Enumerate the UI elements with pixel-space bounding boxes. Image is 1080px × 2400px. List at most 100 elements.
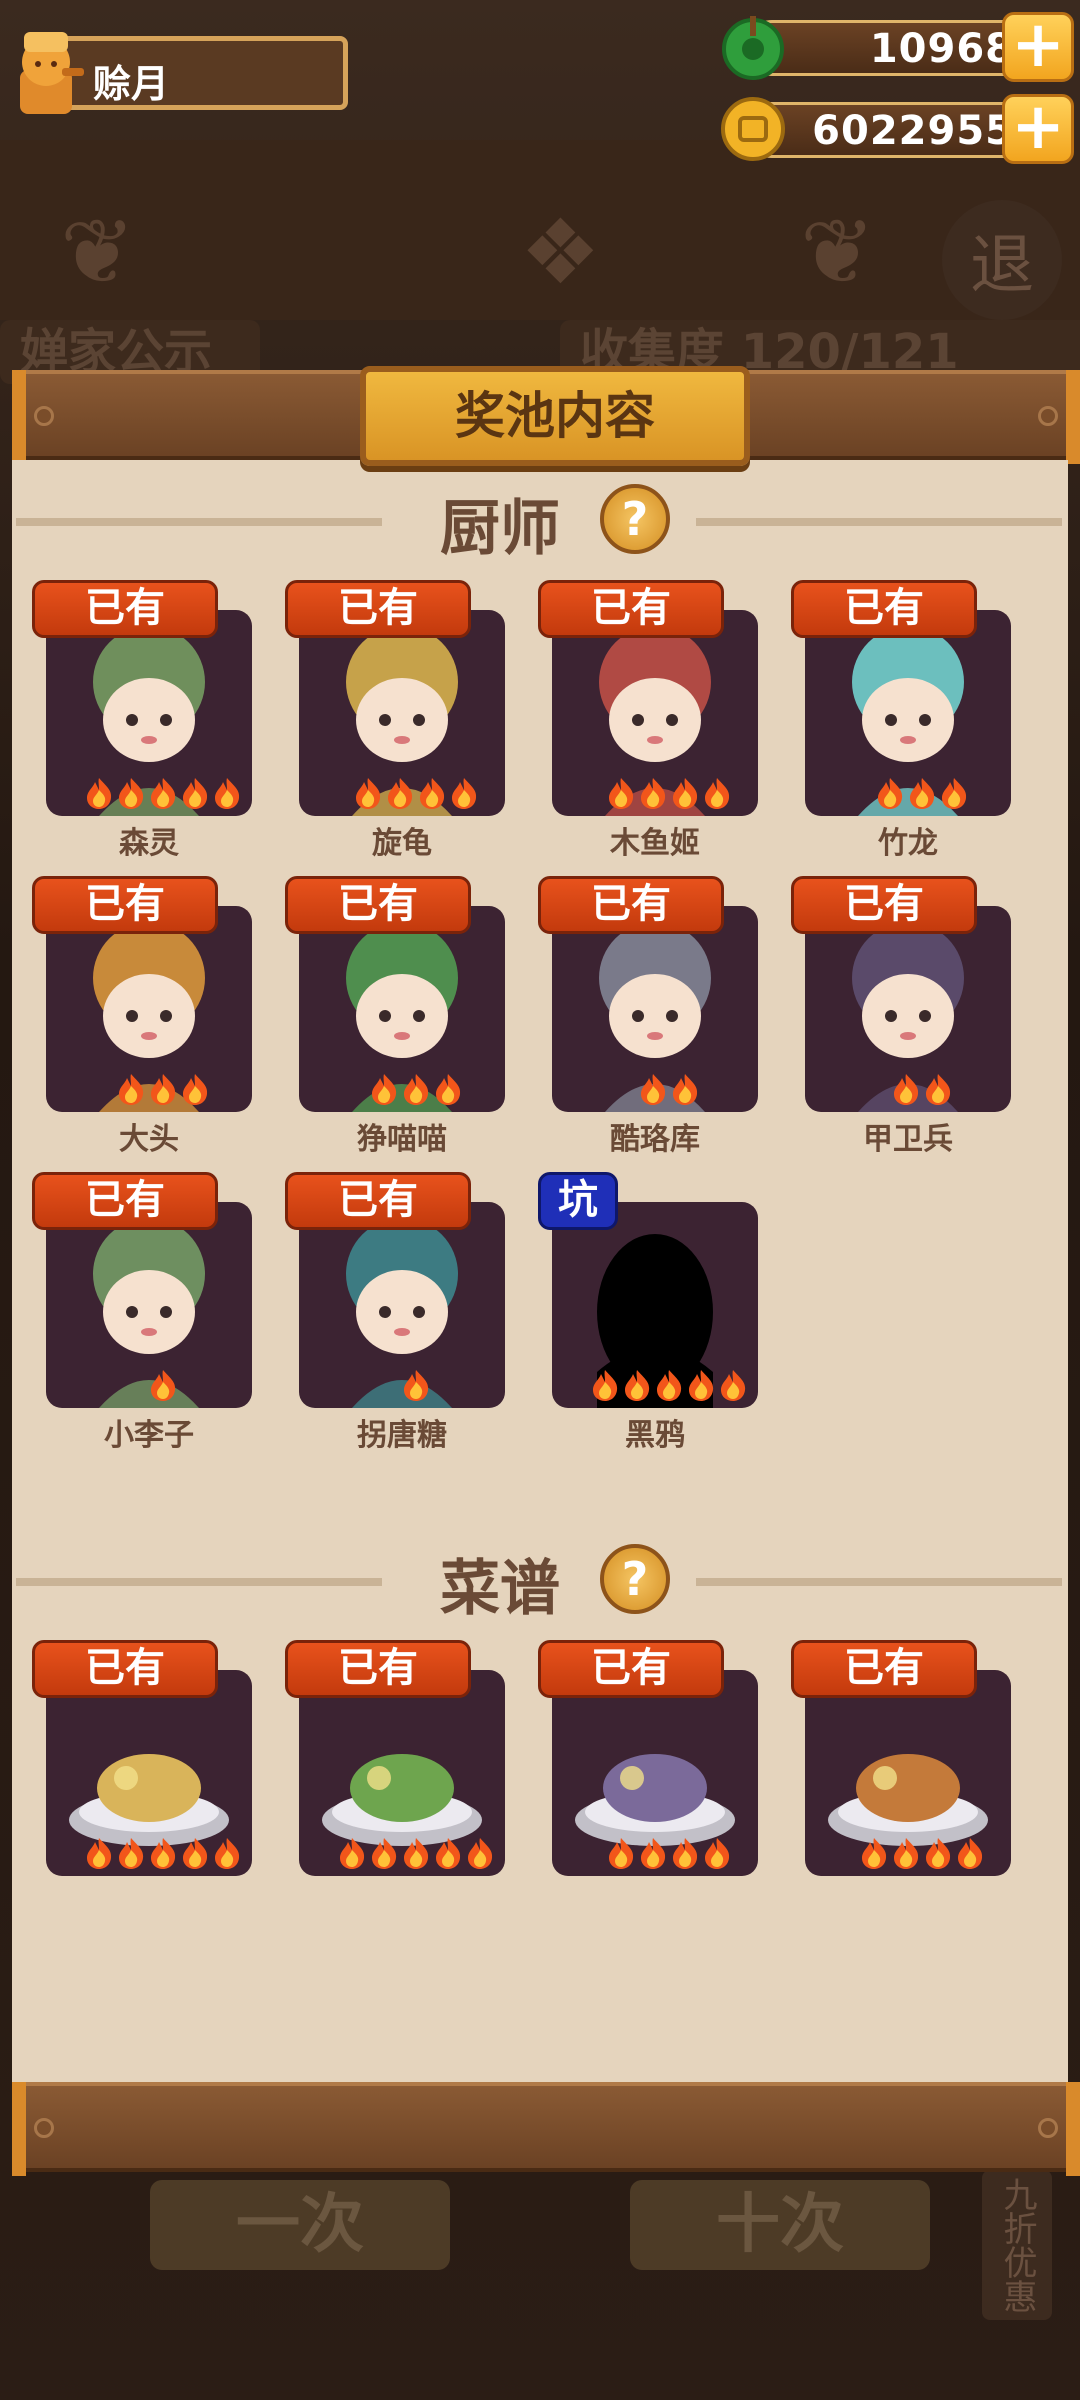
ornament-center-icon: ❖ [520, 200, 601, 305]
flame-icon [926, 1838, 951, 1869]
flame-icon [404, 1370, 429, 1401]
chef-card[interactable]: 已有森灵 [32, 580, 262, 861]
divider [696, 1578, 1062, 1586]
rarity-flames [313, 776, 505, 810]
card-name: 竹龙 [878, 826, 938, 861]
chef-card[interactable]: 已有狰喵喵 [285, 876, 515, 1157]
owned-badge: 已有 [538, 876, 724, 934]
card-name: 森灵 [119, 826, 179, 861]
card-frame [805, 906, 1011, 1112]
flame-icon [609, 1838, 634, 1869]
card-name: 拐唐糖 [357, 1418, 447, 1453]
rarity-flames [566, 1368, 758, 1402]
discount-tag: 九折优惠 [982, 2170, 1052, 2320]
card-name: 狰喵喵 [357, 1122, 447, 1157]
recipe-card[interactable]: 已有 [538, 1640, 768, 1910]
flame-icon [593, 1370, 618, 1401]
owned-badge: 已有 [285, 1172, 471, 1230]
flame-icon [878, 778, 903, 809]
recipe-card[interactable]: 已有 [791, 1640, 1021, 1910]
card-name: 旋龟 [372, 826, 432, 861]
card-frame [805, 610, 1011, 816]
rarity-flames [819, 1072, 1011, 1106]
gold-currency: 6022955 + [714, 94, 1074, 164]
chef-card[interactable]: 已有小李子 [32, 1172, 262, 1453]
recipe-card[interactable]: 已有 [32, 1640, 262, 1910]
flame-icon [673, 778, 698, 809]
card-name: 小李子 [104, 1418, 194, 1453]
flame-icon [468, 1838, 493, 1869]
flame-icon [87, 1838, 112, 1869]
rarity-flames [313, 1368, 505, 1402]
flame-icon [673, 1838, 698, 1869]
owned-badge: 已有 [538, 580, 724, 638]
flame-icon [119, 778, 144, 809]
card-name: 黑鸦 [625, 1418, 685, 1453]
flame-icon [372, 1074, 397, 1105]
chef-card[interactable]: 已有大头 [32, 876, 262, 1157]
card-frame [805, 1670, 1011, 1876]
add-jade-button[interactable]: + [1002, 12, 1074, 82]
flame-icon [910, 778, 935, 809]
owned-badge: 已有 [32, 580, 218, 638]
flame-icon [436, 1074, 461, 1105]
rarity-flames [566, 1072, 758, 1106]
owned-badge: 已有 [285, 580, 471, 638]
flame-icon [436, 1838, 461, 1869]
chef-card[interactable]: 已有酷珞库 [538, 876, 768, 1157]
chef-card[interactable]: 已有 木鱼姬 [538, 580, 768, 861]
help-icon[interactable]: ? [600, 1544, 670, 1614]
flame-icon [862, 1838, 887, 1869]
player-name-box: 赊月 [60, 36, 348, 110]
recipe-card[interactable]: 已有 [285, 1640, 515, 1910]
flame-icon [183, 778, 208, 809]
chef-card[interactable]: 已有旋龟 [285, 580, 515, 861]
chef-card[interactable]: 坑黑鸦 [538, 1172, 768, 1453]
flame-icon [404, 1838, 429, 1869]
modal-title: 奖池内容 [455, 387, 655, 445]
flame-icon [151, 778, 176, 809]
card-frame [46, 1670, 252, 1876]
flame-icon [609, 778, 634, 809]
gold-coin-icon [721, 97, 785, 161]
rarity-flames [566, 1836, 758, 1870]
chef-avatar-icon [20, 32, 84, 114]
owned-badge: 已有 [285, 876, 471, 934]
card-name: 大头 [119, 1122, 179, 1157]
flame-icon [926, 1074, 951, 1105]
flame-icon [641, 1838, 666, 1869]
card-frame [46, 906, 252, 1112]
rarity-flames [313, 1072, 505, 1106]
modal-content[interactable]: 厨师? 已有 森灵 已有 旋龟 已有 木鱼姬 已有 竹龙 已有 大头 已有 狰喵喵 已有 酷珞库 已有 甲卫兵已… [12, 460, 1068, 2082]
flame-icon [625, 1370, 650, 1401]
flame-icon [119, 1838, 144, 1869]
section-header: 厨师? [12, 480, 1068, 564]
chef-card[interactable]: 已有 甲卫兵 [791, 876, 1021, 1157]
flame-icon [151, 1074, 176, 1105]
chef-card[interactable]: 已有 竹龙 [791, 580, 1021, 861]
card-frame [299, 1202, 505, 1408]
owned-badge: 已有 [32, 1172, 218, 1230]
owned-badge: 已有 [32, 876, 218, 934]
card-frame [552, 610, 758, 816]
help-icon[interactable]: ? [600, 484, 670, 554]
card-frame [552, 1670, 758, 1876]
flame-icon [151, 1370, 176, 1401]
section-title: 菜谱 [440, 1554, 560, 1624]
add-gold-button[interactable]: + [1002, 94, 1074, 164]
gold-amount: 6022955 [812, 108, 1014, 154]
ornament-left-icon: ❦ [60, 200, 136, 305]
flame-icon [657, 1370, 682, 1401]
flame-icon [356, 778, 381, 809]
draw-once-button: 一次 [150, 2180, 450, 2270]
card-name: 酷珞库 [610, 1122, 700, 1157]
card-frame [552, 906, 758, 1112]
flame-icon [372, 1838, 397, 1869]
prize-pool-modal: 厨师? 已有 森灵 已有 旋龟 已有 木鱼姬 已有 竹龙 已有 大头 已有 狰喵喵 已有 酷珞库 已有 甲卫兵已… [12, 366, 1080, 2176]
flame-icon [215, 1838, 240, 1869]
flame-icon [641, 1074, 666, 1105]
back-button: 退 [942, 200, 1062, 320]
card-frame [299, 1670, 505, 1876]
chef-card[interactable]: 已有拐唐糖 [285, 1172, 515, 1453]
flame-icon [942, 778, 967, 809]
